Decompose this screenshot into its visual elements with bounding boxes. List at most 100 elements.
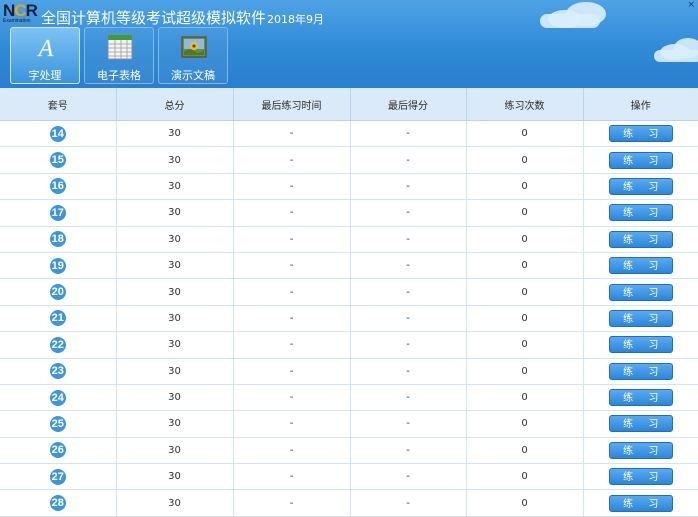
table-row: 18 30- -0 练 习 xyxy=(0,226,698,253)
set-number-badge: 19 xyxy=(49,257,66,274)
set-number-badge: 20 xyxy=(49,284,66,301)
set-number-badge: 17 xyxy=(49,204,66,221)
set-number-badge: 16 xyxy=(49,178,66,195)
set-number-badge: 15 xyxy=(49,152,66,169)
action-cell: 练 习 xyxy=(583,410,698,438)
practice-button[interactable]: 练 习 xyxy=(608,177,673,195)
total-score-cell: 30 xyxy=(116,384,234,412)
action-cell: 练 习 xyxy=(583,120,698,148)
total-score-cell: 30 xyxy=(116,120,234,148)
close-icon[interactable]: × xyxy=(687,0,695,10)
practice-count-cell: 0 xyxy=(466,437,584,465)
last-practice-time-cell: - xyxy=(233,252,351,280)
app-title-text: 全国计算机等级考试超级模拟软件 xyxy=(41,9,267,27)
practice-button[interactable]: 练 习 xyxy=(608,257,673,275)
action-cell: 练 习 xyxy=(583,437,698,465)
total-score-cell: 30 xyxy=(116,278,234,306)
action-cell: 练 习 xyxy=(583,226,698,253)
toolbar-label: 字处理 xyxy=(28,69,62,82)
practice-button[interactable]: 练 习 xyxy=(608,283,673,301)
last-score-cell: - xyxy=(350,305,467,333)
total-score-cell: 30 xyxy=(116,463,234,491)
column-header-set-number[interactable]: 套号 xyxy=(0,88,117,121)
action-cell: 练 习 xyxy=(583,463,698,491)
set-number-badge: 24 xyxy=(49,389,66,406)
last-practice-time-cell: - xyxy=(233,146,351,174)
svg-text:A: A xyxy=(37,36,54,60)
practice-count-cell: 0 xyxy=(466,489,584,517)
set-number-cell: 28 xyxy=(0,489,117,517)
practice-count-cell: 0 xyxy=(466,358,584,385)
table-row: 21 30- -0 练 习 xyxy=(0,305,698,333)
action-cell: 练 习 xyxy=(583,305,698,333)
total-score-cell: 30 xyxy=(116,146,234,174)
action-cell: 练 习 xyxy=(583,358,698,385)
total-score-cell: 30 xyxy=(116,252,234,280)
practice-button[interactable]: 练 习 xyxy=(608,494,673,512)
column-header-total-score[interactable]: 总分 xyxy=(116,88,234,121)
last-practice-time-cell: - xyxy=(233,358,351,385)
column-header-practice-count[interactable]: 练习次数 xyxy=(466,88,584,121)
last-score-cell: - xyxy=(350,146,467,174)
table-row: 16 30- -0 练 习 xyxy=(0,173,698,201)
practice-button[interactable]: 练 习 xyxy=(608,441,673,459)
column-header-action: 操作 xyxy=(583,88,698,121)
set-number-cell: 22 xyxy=(0,331,117,359)
practice-count-cell: 0 xyxy=(466,463,584,491)
action-cell: 练 习 xyxy=(583,199,698,227)
practice-button[interactable]: 练 习 xyxy=(608,204,673,222)
last-score-cell: - xyxy=(350,252,467,280)
last-score-cell: - xyxy=(350,331,467,359)
set-number-cell: 26 xyxy=(0,437,117,465)
column-header-last-practice-time[interactable]: 最后练习时间 xyxy=(233,88,351,121)
last-practice-time-cell: - xyxy=(233,199,351,227)
set-number-badge: 27 xyxy=(49,468,66,485)
last-score-cell: - xyxy=(350,120,467,148)
practice-button[interactable]: 练 习 xyxy=(608,125,673,143)
toolbar-spreadsheet-button[interactable]: 电子表格 xyxy=(84,27,154,84)
toolbar-word-processing-button[interactable]: A 字处理 xyxy=(10,27,80,84)
action-cell: 练 习 xyxy=(583,384,698,412)
set-number-cell: 18 xyxy=(0,226,117,253)
table-header-row: 套号 总分 最后练习时间 最后得分 练习次数 操作 xyxy=(0,88,698,121)
toolbar-presentation-button[interactable]: 演示文稿 xyxy=(158,27,228,84)
last-score-cell: - xyxy=(350,173,467,201)
last-score-cell: - xyxy=(350,410,467,438)
last-score-cell: - xyxy=(350,384,467,412)
presentation-icon xyxy=(181,36,207,58)
practice-button[interactable]: 练 习 xyxy=(608,468,673,486)
action-cell: 练 习 xyxy=(583,252,698,280)
spreadsheet-icon xyxy=(107,34,133,60)
total-score-cell: 30 xyxy=(116,437,234,465)
practice-count-cell: 0 xyxy=(466,384,584,412)
practice-button[interactable]: 练 习 xyxy=(608,309,673,327)
last-score-cell: - xyxy=(350,278,467,306)
table-row: 26 30- -0 练 习 xyxy=(0,437,698,465)
set-number-badge: 25 xyxy=(49,415,66,432)
total-score-cell: 30 xyxy=(116,173,234,201)
table-row: 19 30- -0 练 习 xyxy=(0,252,698,280)
practice-button[interactable]: 练 习 xyxy=(608,151,673,169)
practice-button[interactable]: 练 习 xyxy=(608,230,673,248)
practice-button[interactable]: 练 习 xyxy=(608,389,673,407)
practice-count-cell: 0 xyxy=(466,331,584,359)
set-number-badge: 21 xyxy=(49,310,66,327)
set-number-badge: 28 xyxy=(49,495,66,512)
practice-button[interactable]: 练 习 xyxy=(608,336,673,354)
logo-subtext: Examination xyxy=(3,18,31,24)
action-cell: 练 习 xyxy=(583,146,698,174)
column-header-last-score[interactable]: 最后得分 xyxy=(350,88,467,121)
table-row: 17 30- -0 练 习 xyxy=(0,199,698,227)
set-number-cell: 20 xyxy=(0,278,117,306)
total-score-cell: 30 xyxy=(116,226,234,253)
last-score-cell: - xyxy=(350,489,467,517)
table-row: 24 30- -0 练 习 xyxy=(0,384,698,412)
practice-button[interactable]: 练 习 xyxy=(608,415,673,433)
set-number-badge: 18 xyxy=(49,231,66,248)
last-practice-time-cell: - xyxy=(233,226,351,253)
last-practice-time-cell: - xyxy=(233,278,351,306)
practice-button[interactable]: 练 习 xyxy=(608,362,673,380)
set-number-badge: 22 xyxy=(49,336,66,353)
toolbar-label: 演示文稿 xyxy=(171,69,215,82)
action-cell: 练 习 xyxy=(583,331,698,359)
